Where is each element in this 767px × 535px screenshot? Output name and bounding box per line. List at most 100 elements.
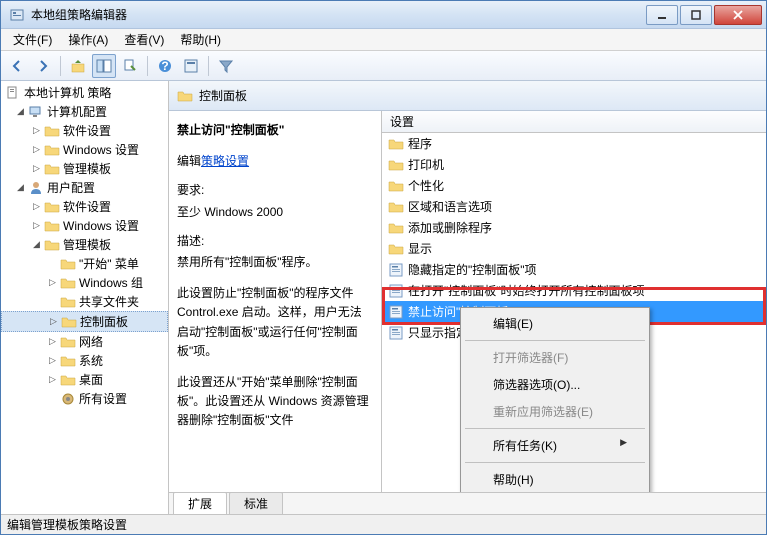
- expand-icon[interactable]: ▷: [31, 144, 42, 155]
- tree-all-settings[interactable]: 所有设置: [1, 389, 168, 408]
- filter-button[interactable]: [214, 54, 238, 78]
- expand-icon[interactable]: ▷: [31, 220, 42, 231]
- expand-icon[interactable]: ▷: [47, 374, 58, 385]
- description-text: 禁用所有"控制面板"程序。: [177, 253, 373, 272]
- tree-system[interactable]: ▷ 系统: [1, 351, 168, 370]
- policy-icon: [5, 85, 21, 101]
- help-button[interactable]: ?: [153, 54, 177, 78]
- menu-help[interactable]: 帮助(H): [172, 29, 229, 50]
- requirements-text: 至少 Windows 2000: [177, 203, 373, 222]
- tab-standard[interactable]: 标准: [229, 492, 283, 514]
- tab-extended[interactable]: 扩展: [173, 492, 227, 514]
- folder-icon: [44, 237, 60, 253]
- folder-icon: [60, 334, 76, 350]
- folder-icon: [60, 353, 76, 369]
- minimize-button[interactable]: [646, 5, 678, 25]
- setting-icon: [388, 304, 404, 320]
- back-button[interactable]: [5, 54, 29, 78]
- folder-icon: [61, 314, 77, 330]
- setting-icon: [388, 262, 404, 278]
- collapse-icon[interactable]: ◢: [31, 239, 42, 250]
- menu-label: 所有任务(K): [493, 439, 557, 453]
- close-button[interactable]: [714, 5, 762, 25]
- expand-icon[interactable]: ▷: [31, 163, 42, 174]
- expand-icon[interactable]: ▷: [47, 336, 58, 347]
- list-item[interactable]: 个性化: [382, 175, 766, 196]
- list-item-label: 区域和语言选项: [408, 198, 492, 215]
- description-label: 描述:: [177, 232, 373, 251]
- list-item[interactable]: 添加或删除程序: [382, 217, 766, 238]
- app-icon: [9, 7, 25, 23]
- statusbar: 编辑管理模板策略设置: [1, 514, 766, 534]
- context-filter-options[interactable]: 筛选器选项(O)...: [463, 371, 647, 398]
- collapse-icon[interactable]: ◢: [15, 182, 26, 193]
- folder-icon: [60, 372, 76, 388]
- tree-pane[interactable]: 本地计算机 策略 ◢ 计算机配置 ▷ 软件设置 ▷ Windows 设置 ▷ 管…: [1, 81, 169, 514]
- toolbar-separator: [208, 56, 209, 76]
- export-button[interactable]: [118, 54, 142, 78]
- tree-software-settings[interactable]: ▷ 软件设置: [1, 197, 168, 216]
- main-window: 本地组策略编辑器 文件(F) 操作(A) 查看(V) 帮助(H) ? 本地计算机…: [0, 0, 767, 535]
- expand-icon[interactable]: ▷: [31, 125, 42, 136]
- tree-network[interactable]: ▷ 网络: [1, 332, 168, 351]
- folder-icon: [60, 275, 76, 291]
- expand-icon[interactable]: ▷: [47, 355, 58, 366]
- context-edit[interactable]: 编辑(E): [463, 310, 647, 337]
- list-item[interactable]: 程序: [382, 133, 766, 154]
- context-help[interactable]: 帮助(H): [463, 466, 647, 492]
- tree-start-menu[interactable]: "开始" 菜单: [1, 254, 168, 273]
- context-open-filter[interactable]: 打开筛选器(F): [463, 344, 647, 371]
- list-item[interactable]: 打印机: [382, 154, 766, 175]
- edit-label: 编辑: [177, 154, 201, 168]
- list-item-label: 在打开"控制面板"时始终打开所有控制面板项: [408, 282, 645, 299]
- tree-shared-folders[interactable]: 共享文件夹: [1, 292, 168, 311]
- show-hide-tree-button[interactable]: [92, 54, 116, 78]
- folder-icon: [44, 218, 60, 234]
- tree-windows-settings[interactable]: ▷ Windows 设置: [1, 216, 168, 235]
- tree-label: 软件设置: [63, 198, 111, 215]
- edit-policy-link[interactable]: 策略设置: [201, 154, 249, 168]
- tree-label: 计算机配置: [47, 103, 107, 120]
- folder-icon: [388, 178, 404, 194]
- menu-file[interactable]: 文件(F): [5, 29, 60, 50]
- tree-label: 本地计算机 策略: [24, 84, 111, 101]
- context-all-tasks[interactable]: 所有任务(K)▶: [463, 432, 647, 459]
- context-reapply-filter[interactable]: 重新应用筛选器(E): [463, 398, 647, 425]
- tree-control-panel[interactable]: ▷ 控制面板: [1, 311, 168, 332]
- menu-action[interactable]: 操作(A): [60, 29, 116, 50]
- list-item[interactable]: 显示: [382, 238, 766, 259]
- tree-software-settings[interactable]: ▷ 软件设置: [1, 121, 168, 140]
- tree-root[interactable]: 本地计算机 策略: [1, 83, 168, 102]
- folder-icon: [44, 199, 60, 215]
- description-text: 此设置防止"控制面板"的程序文件 Control.exe 启动。这样，用户无法启…: [177, 284, 373, 361]
- tree-windows-settings[interactable]: ▷ Windows 设置: [1, 140, 168, 159]
- forward-button[interactable]: [31, 54, 55, 78]
- list-item[interactable]: 在打开"控制面板"时始终打开所有控制面板项: [382, 280, 766, 301]
- setting-icon: [388, 283, 404, 299]
- folder-icon: [60, 294, 76, 310]
- list-item-label: 添加或删除程序: [408, 219, 492, 236]
- tree-admin-templates[interactable]: ▷ 管理模板: [1, 159, 168, 178]
- tree-admin-templates[interactable]: ◢ 管理模板: [1, 235, 168, 254]
- tree-windows-components[interactable]: ▷ Windows 组: [1, 273, 168, 292]
- tree-user-config[interactable]: ◢ 用户配置: [1, 178, 168, 197]
- expand-icon[interactable]: ▷: [48, 316, 59, 327]
- properties-button[interactable]: [179, 54, 203, 78]
- tree-computer-config[interactable]: ◢ 计算机配置: [1, 102, 168, 121]
- expand-icon[interactable]: ▷: [47, 277, 58, 288]
- maximize-button[interactable]: [680, 5, 712, 25]
- tree-desktop[interactable]: ▷ 桌面: [1, 370, 168, 389]
- menu-separator: [465, 428, 645, 429]
- expand-icon[interactable]: ▷: [31, 201, 42, 212]
- content-pane: 控制面板 禁止访问"控制面板" 编辑策略设置 要求: 至少 Windows 20…: [169, 81, 766, 514]
- list-item[interactable]: 区域和语言选项: [382, 196, 766, 217]
- description-pane: 禁止访问"控制面板" 编辑策略设置 要求: 至少 Windows 2000 描述…: [169, 111, 381, 492]
- list-item-label: 打印机: [408, 156, 444, 173]
- tree-label: Windows 设置: [63, 141, 139, 158]
- list-column-header[interactable]: 设置: [382, 111, 766, 133]
- menu-view[interactable]: 查看(V): [116, 29, 172, 50]
- list-item[interactable]: 隐藏指定的"控制面板"项: [382, 259, 766, 280]
- collapse-icon[interactable]: ◢: [15, 106, 26, 117]
- folder-icon: [44, 161, 60, 177]
- up-button[interactable]: [66, 54, 90, 78]
